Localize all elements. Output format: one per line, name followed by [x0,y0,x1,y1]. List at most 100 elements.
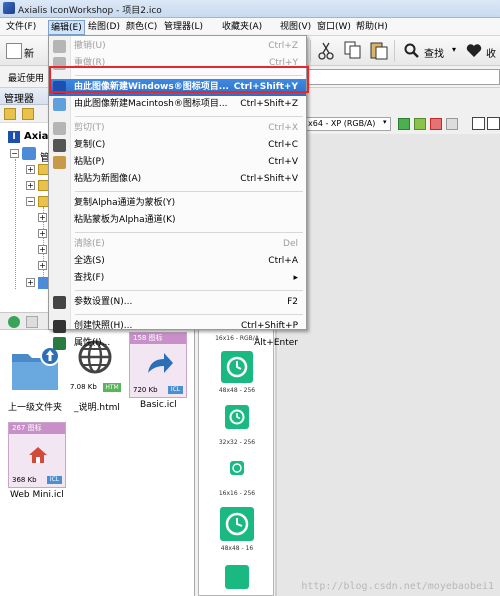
search-icon[interactable] [404,43,420,59]
tree-guide [15,159,16,289]
toolbar-divider [310,40,311,62]
menu-item[interactable]: 编辑(E) [48,20,85,35]
menu-item[interactable]: 粘贴蒙板为Alpha通道(K) [49,212,306,229]
menu-item[interactable]: 清除(E) Del [49,236,306,253]
menu-item-label: 复制(C) [74,140,106,150]
file-size: 720 Kb [133,386,158,394]
chevron-down-icon[interactable]: ▾ [383,118,387,126]
favorites-button-label[interactable]: 收 [486,45,496,60]
chevron-down-icon[interactable]: ▾ [452,45,456,54]
menu-item[interactable]: 绘图(D) [86,20,122,35]
clock-icon [232,463,242,473]
clock-icon [225,512,249,536]
menu-item-shortcut: ▸ [293,273,298,283]
tree-expander[interactable]: + [38,229,47,238]
format-label[interactable]: 48x48 - 16 [199,545,275,552]
menu-item-shortcut: Ctrl+X [268,123,298,133]
menu-item-label: 粘贴(P) [74,157,105,167]
menu-item[interactable]: 由此图像新建Macintosh®图标项目... Ctrl+Shift+Z [49,96,306,113]
icl-file-tile[interactable]: 267 图标 368 Kb ICL [8,422,66,488]
tree-expander[interactable]: + [38,261,47,270]
folder-icon[interactable] [4,108,16,120]
undo-icon [53,40,66,53]
menu-item-label: 参数设置(N)... [74,297,133,307]
format-thumbnail[interactable] [225,565,249,589]
find-button-label[interactable]: 查找 [424,45,444,60]
format-thumbnail[interactable] [230,461,244,475]
clock-icon [229,409,245,425]
tree-expander[interactable]: + [38,245,47,254]
menu-item[interactable]: 帮助(H) [354,20,390,35]
menu-item[interactable]: 管理器(L) [162,20,205,35]
toolbar-divider [394,40,395,62]
menu-item[interactable]: 粘贴(P) Ctrl+V [49,154,306,171]
menu-item[interactable]: 视图(V) [278,20,313,35]
view-icon[interactable] [26,316,38,328]
menu-item[interactable]: 属性(I)... Alt+Enter [49,335,306,352]
paste-toolbar-icon[interactable] [370,40,388,60]
format-label[interactable]: 16x16 - 256 [199,490,275,497]
menu-item[interactable]: 参数设置(N)... F2 [49,294,306,311]
tree-expander[interactable]: − [26,197,35,206]
new-button-label[interactable]: 新 [24,45,34,60]
tree-expander[interactable]: + [38,213,47,222]
menu-item-shortcut: Ctrl+Shift+V [240,174,298,184]
copy-toolbar-icon[interactable] [344,41,362,59]
scissors-icon[interactable] [318,42,334,60]
tree-expander[interactable]: + [26,165,35,174]
tree-expander[interactable]: + [26,278,35,287]
menu-item[interactable]: 剪切(T) Ctrl+X [49,120,306,137]
menu-item[interactable]: 收藏夹(A) [220,20,264,35]
format-select[interactable]: x64 - XP (RGB/A) [305,117,391,131]
format-thumbnail[interactable] [225,405,249,429]
menu-item[interactable]: 撤销(U) Ctrl+Z [49,38,306,55]
paste-icon [53,156,66,169]
menu-item[interactable]: 文件(F) [4,20,38,35]
menu-item-label: 全选(S) [74,256,105,266]
menu-separator [75,116,303,117]
heart-icon[interactable] [466,43,482,58]
menu-item[interactable]: 粘贴为新图像(A) Ctrl+Shift+V [49,171,306,188]
menu-item[interactable]: 颜色(C) [124,20,159,35]
menu-item-shortcut: Del [283,239,298,249]
camera-icon [53,320,66,333]
menu-item[interactable]: 复制Alpha通道为蒙板(Y) [49,195,306,212]
view-list-icon[interactable] [487,117,500,130]
format-label[interactable]: 32x32 - 256 [199,439,275,446]
menu-item-label: 剪切(T) [74,123,105,133]
format-thumbnail[interactable] [220,507,254,541]
properties-icon [53,337,66,350]
view-grid-icon[interactable] [472,117,485,130]
menu-item-label: 清除(E) [74,239,105,249]
new-file-icon[interactable] [6,43,22,59]
file-badge: ICL [168,386,183,394]
delete-format-icon[interactable] [430,118,442,130]
menu-item-label: 创建快照(H)... [74,321,133,331]
file-name[interactable]: Basic.icl [140,400,177,410]
folder-icon[interactable] [22,108,34,120]
home-icon [29,447,47,463]
file-size: 7.08 Kb [70,383,97,391]
menu-item[interactable]: 复制(C) Ctrl+C [49,137,306,154]
file-name[interactable]: _说明.html [74,400,120,413]
axialis-logo-icon: I [8,131,20,143]
menu-item[interactable]: 全选(S) Ctrl+A [49,253,306,270]
file-size: 368 Kb [12,476,37,484]
format-label[interactable]: 48x48 - 256 [199,387,275,394]
menu-item[interactable]: 窗口(W) [315,20,353,35]
image-canvas[interactable] [276,134,500,596]
add-format-icon[interactable] [398,118,410,130]
tree-expander[interactable]: − [10,149,19,158]
refresh-icon[interactable] [8,316,20,328]
format-thumbnail[interactable] [221,351,253,383]
tree-expander[interactable]: + [26,181,35,190]
menu-item[interactable]: 查找(F) ▸ [49,270,306,287]
clock-icon [226,356,248,378]
menu-item[interactable]: 创建快照(H)... Ctrl+Shift+P [49,318,306,335]
menu-item-label: 属性(I)... [74,338,111,348]
format-option-icon[interactable] [446,118,458,130]
file-name[interactable]: Web Mini.icl [10,490,64,500]
add-image-icon[interactable] [414,118,426,130]
recent-combo[interactable] [305,69,500,85]
file-name[interactable]: 上一级文件夹 [8,400,62,413]
